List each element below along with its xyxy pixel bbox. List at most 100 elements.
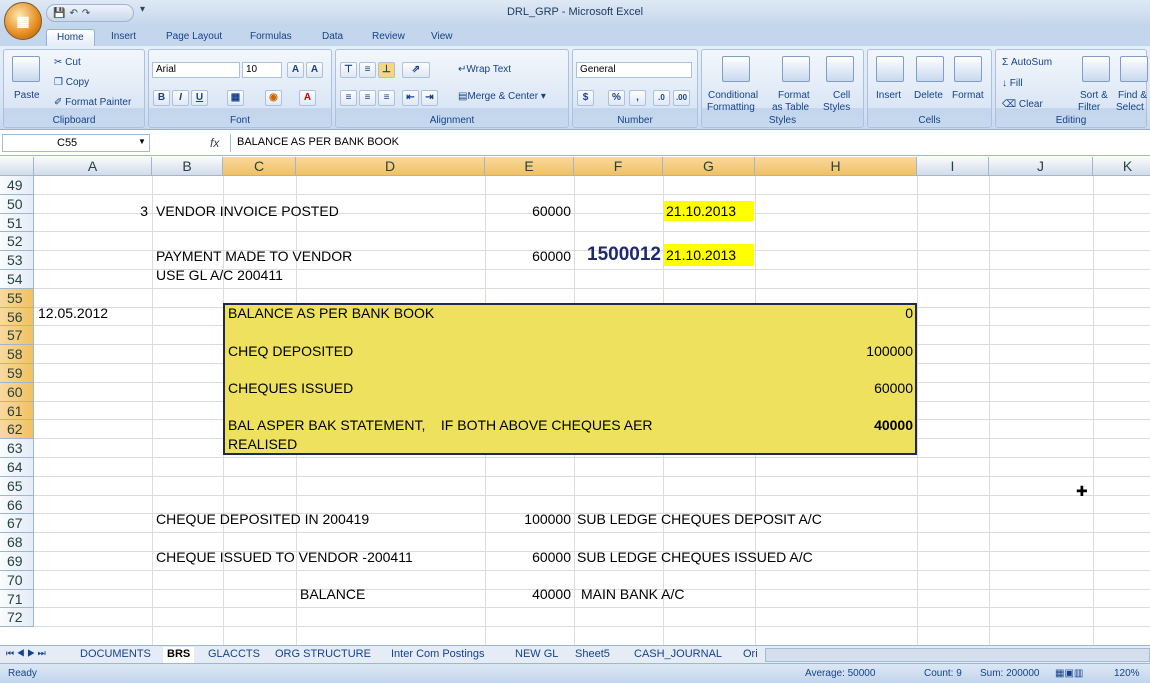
insert-cells-icon[interactable] xyxy=(876,56,904,82)
name-box[interactable]: C55 xyxy=(2,134,150,152)
find-select-label-2[interactable]: Select xyxy=(1116,102,1144,113)
sheet-tab-ori[interactable]: Ori xyxy=(743,647,758,663)
merge-center-button[interactable]: ▤Merge & Center ▾ xyxy=(458,91,546,102)
cell-c52[interactable]: PAYMENT MADE TO VENDOR xyxy=(156,247,352,265)
percent-icon[interactable]: % xyxy=(608,90,625,106)
number-format-select[interactable]: General xyxy=(576,62,692,78)
row-header-65[interactable]: 65 xyxy=(0,476,34,496)
row-header-55[interactable]: 55 xyxy=(0,288,34,308)
tab-insert[interactable]: Insert xyxy=(101,29,146,46)
cell-e66[interactable]: 100000 xyxy=(485,510,571,528)
row-header-54[interactable]: 54 xyxy=(0,270,34,289)
cell-h59[interactable]: 60000 xyxy=(755,379,913,397)
cell-c62[interactable]: REALISED xyxy=(228,435,297,453)
tab-data[interactable]: Data xyxy=(312,29,353,46)
paste-button[interactable]: Paste xyxy=(14,90,40,101)
column-header-c[interactable]: C xyxy=(223,157,296,176)
fill-color-icon[interactable]: ◉ xyxy=(265,90,282,106)
cell-d70[interactable]: BALANCE xyxy=(300,585,365,603)
office-button[interactable]: ▦ xyxy=(4,2,42,40)
increase-decimal-icon[interactable]: .0 xyxy=(653,90,670,106)
cell-c50[interactable]: VENDOR INVOICE POSTED xyxy=(156,202,339,220)
cell-f66[interactable]: SUB LEDGE CHEQUES DEPOSIT A/C xyxy=(577,510,822,528)
tab-home[interactable]: Home xyxy=(46,29,95,46)
cell-c66[interactable]: CHEQUE DEPOSITED IN 200419 xyxy=(156,510,369,528)
row-header-53[interactable]: 53 xyxy=(0,251,34,270)
cell-h55[interactable]: 0 xyxy=(755,304,913,322)
cell-c55[interactable]: BALANCE AS PER BANK BOOK xyxy=(228,304,434,322)
sheet-tab-sheet5[interactable]: Sheet5 xyxy=(575,647,610,663)
align-middle-icon[interactable]: ≡ xyxy=(359,62,376,78)
comma-icon[interactable]: , xyxy=(629,90,646,106)
select-all-corner[interactable] xyxy=(0,157,34,176)
row-header-51[interactable]: 51 xyxy=(0,213,34,233)
wrap-text-button[interactable]: ↵Wrap Text xyxy=(458,64,511,75)
tab-formulas[interactable]: Formulas xyxy=(240,29,302,46)
cell-e50[interactable]: 60000 xyxy=(485,202,571,220)
paste-icon[interactable] xyxy=(12,56,40,82)
tab-page-layout[interactable]: Page Layout xyxy=(156,29,232,46)
align-right-icon[interactable]: ≡ xyxy=(378,90,395,106)
column-header-d[interactable]: D xyxy=(296,157,485,176)
tab-view[interactable]: View xyxy=(421,29,463,46)
sheet-tab-cash-journal[interactable]: CASH_JOURNAL xyxy=(634,647,722,663)
insert-function-icon[interactable]: fx xyxy=(210,136,219,150)
cell-f70[interactable]: MAIN BANK A/C xyxy=(581,585,684,603)
format-cells-button[interactable]: Format xyxy=(952,90,984,101)
grow-font-icon[interactable]: A xyxy=(287,62,304,78)
sheet-nav-icon[interactable]: ⏮ ◀ ▶ ⏭ xyxy=(6,647,46,663)
view-buttons-icon[interactable]: ▦▣▥ xyxy=(1055,668,1083,679)
column-header-b[interactable]: B xyxy=(152,157,223,176)
cell-styles-icon[interactable] xyxy=(826,56,854,82)
align-top-icon[interactable]: ⊤ xyxy=(340,62,357,78)
decrease-indent-icon[interactable]: ⇤ xyxy=(402,90,419,106)
sort-filter-label[interactable]: Sort & xyxy=(1080,90,1108,101)
conditional-formatting-label[interactable]: Conditional xyxy=(708,90,758,101)
tab-review[interactable]: Review xyxy=(362,29,415,46)
cell-e68[interactable]: 60000 xyxy=(485,548,571,566)
currency-icon[interactable]: $ xyxy=(577,90,594,106)
format-as-table-icon[interactable] xyxy=(782,56,810,82)
underline-icon[interactable]: U xyxy=(191,90,208,106)
cut-button[interactable]: ✂ Cut xyxy=(54,57,81,68)
sort-filter-icon[interactable] xyxy=(1082,56,1110,82)
insert-cells-button[interactable]: Insert xyxy=(876,90,901,101)
column-header-h[interactable]: H xyxy=(755,157,917,176)
row-header-58[interactable]: 58 xyxy=(0,345,34,364)
increase-indent-icon[interactable]: ⇥ xyxy=(421,90,438,106)
sheet-tab-org-structure[interactable]: ORG STRUCTURE xyxy=(275,647,371,663)
delete-cells-button[interactable]: Delete xyxy=(914,90,943,101)
sort-filter-label-2[interactable]: Filter xyxy=(1078,102,1100,113)
cell-styles-label-2[interactable]: Styles xyxy=(823,102,850,113)
sheet-tab-glaccts[interactable]: GLACCTS xyxy=(208,647,260,663)
sheet-tab-inter-com-postings[interactable]: Inter Com Postings xyxy=(391,647,485,663)
decrease-decimal-icon[interactable]: .00 xyxy=(673,90,690,106)
copy-button[interactable]: ❐ Copy xyxy=(54,77,89,88)
sheet-tab-brs[interactable]: BRS xyxy=(163,647,195,663)
column-header-j[interactable]: J xyxy=(989,157,1093,176)
cell-f68[interactable]: SUB LEDGE CHEQUES ISSUED A/C xyxy=(577,548,813,566)
cell-a55[interactable]: 12.05.2012 xyxy=(38,304,108,322)
sheet-tab-documents[interactable]: DOCUMENTS xyxy=(80,647,151,663)
row-header-61[interactable]: 61 xyxy=(0,401,34,421)
row-header-68[interactable]: 68 xyxy=(0,533,34,552)
cell-b50[interactable]: 3 xyxy=(120,202,148,220)
find-select-label[interactable]: Find & xyxy=(1118,90,1147,101)
cell-c57[interactable]: CHEQ DEPOSITED xyxy=(228,342,353,360)
orientation-icon[interactable]: ⇗ xyxy=(402,62,430,78)
format-cells-icon[interactable] xyxy=(954,56,982,82)
format-painter-button[interactable]: ✐ Format Painter xyxy=(54,97,131,108)
cell-e52[interactable]: 60000 xyxy=(485,247,571,265)
row-header-49[interactable]: 49 xyxy=(0,176,34,195)
cell-g50[interactable]: 21.10.2013 xyxy=(664,201,754,221)
font-name-select[interactable]: Arial xyxy=(152,62,240,78)
cell-c61[interactable]: BAL ASPER BAK STATEMENT, IF BOTH ABOVE C… xyxy=(228,416,653,434)
cell-c59[interactable]: CHEQUES ISSUED xyxy=(228,379,353,397)
column-header-k[interactable]: K xyxy=(1093,157,1150,176)
column-header-e[interactable]: E xyxy=(485,157,574,176)
row-header-57[interactable]: 57 xyxy=(0,326,34,346)
row-header-56[interactable]: 56 xyxy=(0,307,34,327)
format-as-table-label-2[interactable]: as Table xyxy=(772,102,809,113)
delete-cells-icon[interactable] xyxy=(916,56,944,82)
align-bottom-icon[interactable]: ⊥ xyxy=(378,62,395,78)
